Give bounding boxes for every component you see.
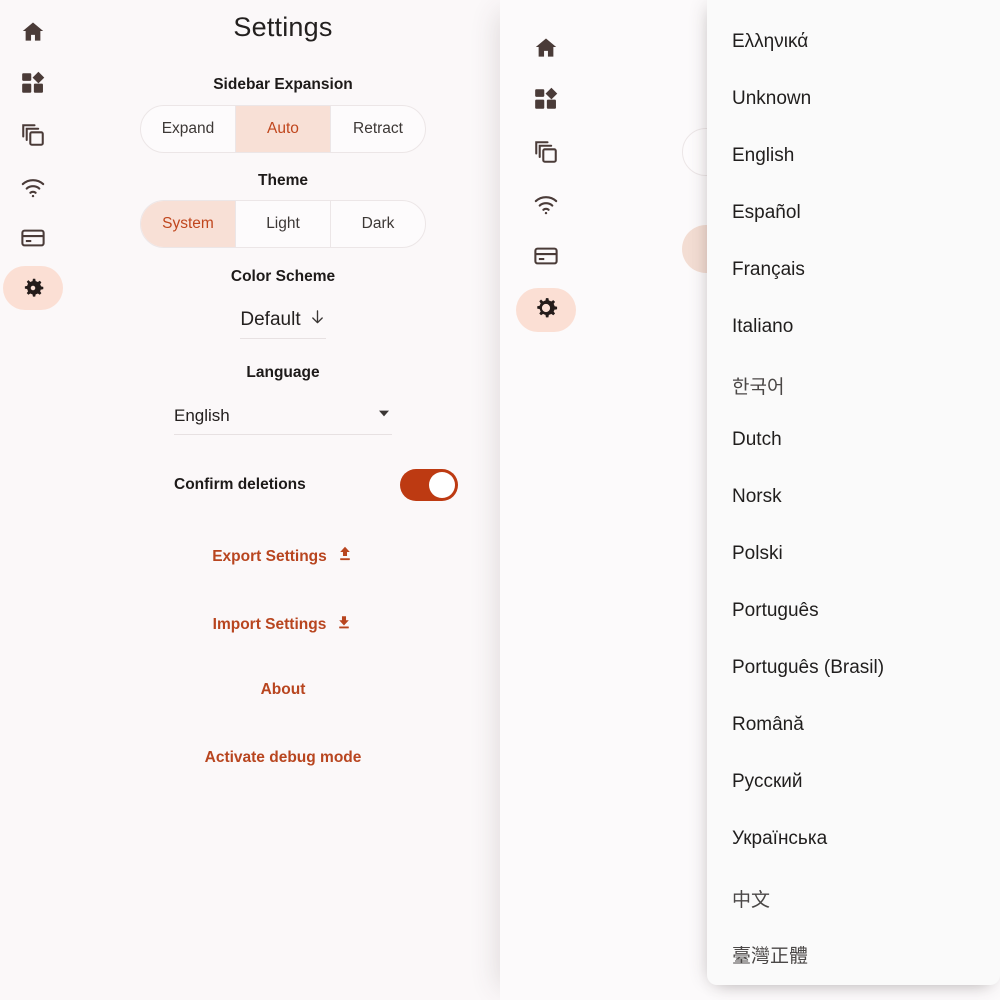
language-select[interactable]: English [174, 405, 392, 435]
front-sidebar-item-settings[interactable] [516, 288, 576, 332]
language-select-value: English [174, 405, 230, 425]
sidebar-expansion-segmented-control[interactable]: Expand Auto Retract [140, 105, 426, 153]
segment-system[interactable]: System [141, 201, 236, 247]
language-option-russian[interactable]: Русский [732, 771, 803, 793]
toggle-knob [429, 472, 455, 498]
language-option-ukrainian[interactable]: Українська [732, 828, 827, 850]
confirm-deletions-label: Confirm deletions [174, 476, 306, 493]
sidebar-item-card[interactable] [3, 216, 63, 260]
import-settings-label: Import Settings [212, 615, 327, 633]
activate-debug-mode-label: Activate debug mode [204, 749, 362, 766]
language-option-romana[interactable]: Română [732, 714, 804, 736]
card-icon [533, 243, 559, 274]
color-scheme-label: Color Scheme [230, 268, 336, 285]
language-option-korean[interactable]: 한국어 [732, 372, 784, 399]
download-icon [335, 613, 353, 636]
front-sidebar-item-layers[interactable] [516, 132, 576, 176]
language-dropdown-menu[interactable]: Ελληνικά Unknown English Español Françai… [707, 0, 1000, 985]
front-sidebar-item-wifi[interactable] [516, 184, 576, 228]
page-title: Settings [233, 12, 333, 42]
sidebar-item-wifi[interactable] [3, 165, 63, 209]
front-sidebar-item-card[interactable] [516, 236, 576, 280]
language-option-portugues[interactable]: Português [732, 600, 819, 622]
export-settings-label: Export Settings [212, 547, 327, 565]
activate-debug-mode-inner[interactable]: Activate debug mode [205, 749, 362, 767]
gear-icon [532, 294, 560, 327]
language-option-chinese[interactable]: 中文 [732, 885, 770, 912]
language-option-dutch[interactable]: Dutch [732, 429, 782, 451]
segment-auto[interactable]: Auto [236, 106, 331, 152]
layers-icon [533, 139, 559, 170]
language-option-francais[interactable]: Français [732, 259, 805, 281]
chevron-down-icon [376, 405, 392, 426]
wifi-icon [20, 174, 46, 200]
language-option-traditional-chinese[interactable]: 臺灣正體 [732, 941, 808, 968]
language-option-english[interactable]: English [732, 145, 794, 167]
language-option-greek[interactable]: Ελληνικά [732, 31, 808, 53]
sidebar-item-settings[interactable] [3, 266, 63, 310]
sidebar-item-home[interactable] [3, 10, 63, 54]
about-inner[interactable]: About [261, 681, 306, 699]
color-scheme-select[interactable]: Default [66, 308, 500, 339]
arrow-down-icon [309, 308, 326, 332]
language-option-italiano[interactable]: Italiano [732, 316, 793, 338]
confirm-deletions-row[interactable]: Confirm deletions [174, 469, 458, 501]
language-option-unknown[interactable]: Unknown [732, 88, 811, 110]
language-option-portugues-brasil[interactable]: Português (Brasil) [732, 657, 884, 679]
export-settings-button[interactable]: Export Settings [66, 545, 500, 568]
language-label: Language [246, 364, 320, 381]
sidebar-item-dashboard[interactable] [3, 61, 63, 105]
color-scheme-select-inner[interactable]: Default [240, 308, 326, 339]
about-label: About [260, 681, 306, 698]
wifi-icon [533, 191, 559, 222]
confirm-deletions-toggle[interactable] [400, 469, 458, 501]
front-sidebar-item-home[interactable] [516, 28, 576, 72]
language-option-polski[interactable]: Polski [732, 543, 783, 565]
segment-light[interactable]: Light [236, 201, 331, 247]
settings-screen: Settings Sidebar Expansion Expand Auto R… [0, 0, 1000, 1000]
language-option-espanol[interactable]: Español [732, 202, 801, 224]
segment-dark[interactable]: Dark [331, 201, 425, 247]
home-icon [20, 19, 46, 45]
dashboard-icon [20, 70, 46, 96]
export-settings-inner[interactable]: Export Settings [212, 545, 354, 568]
gear-icon [20, 275, 46, 301]
dashboard-icon [533, 86, 559, 117]
home-icon [533, 35, 559, 66]
activate-debug-mode-button[interactable]: Activate debug mode [66, 749, 500, 767]
front-sidebar-item-dashboard[interactable] [516, 79, 576, 123]
import-settings-button[interactable]: Import Settings [66, 613, 500, 636]
about-button[interactable]: About [66, 681, 500, 699]
theme-label: Theme [258, 172, 308, 189]
card-icon [20, 225, 46, 251]
segment-expand[interactable]: Expand [141, 106, 236, 152]
settings-panel: Settings Sidebar Expansion Expand Auto R… [66, 0, 500, 1000]
theme-segmented-control[interactable]: System Light Dark [140, 200, 426, 248]
sidebar-expansion-label: Sidebar Expansion [213, 76, 353, 93]
left-icon-rail [0, 0, 66, 1000]
import-settings-inner[interactable]: Import Settings [213, 613, 354, 636]
segment-retract[interactable]: Retract [331, 106, 425, 152]
language-option-norsk[interactable]: Norsk [732, 486, 782, 508]
layers-icon [20, 122, 46, 148]
color-scheme-value: Default [240, 309, 301, 330]
upload-icon [336, 545, 354, 568]
sidebar-item-layers[interactable] [3, 113, 63, 157]
